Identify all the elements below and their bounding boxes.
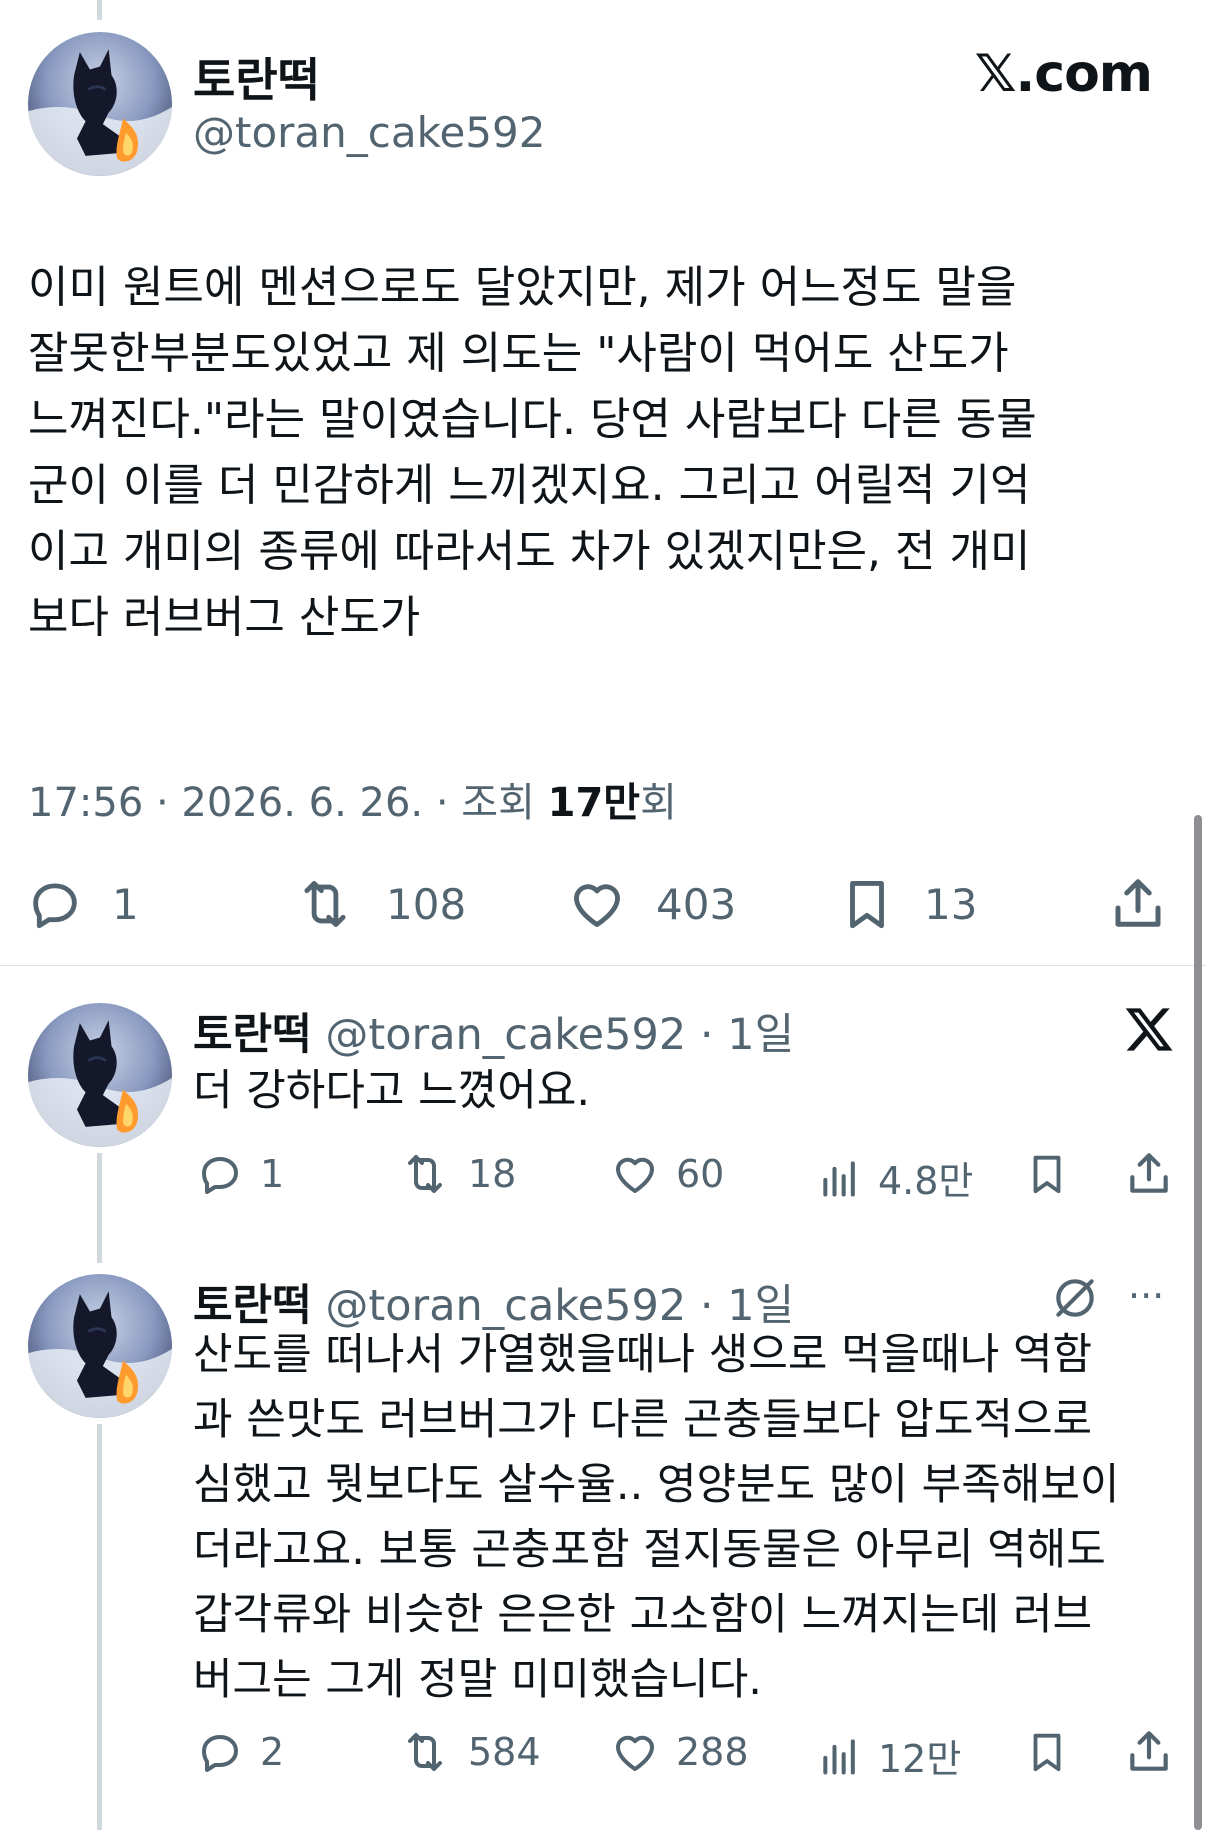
tweet-text: 이미 원트에 멘션으로도 달았지만, 제가 어느정도 말을 잘못한부분도있었고 … xyxy=(28,262,1037,643)
share-icon xyxy=(1124,1148,1174,1198)
heart-icon xyxy=(566,875,628,933)
tweet-views-count: 17만 xyxy=(547,780,641,826)
tweet-time[interactable]: 17:56 · 2026. 6. 26. · 조회 xyxy=(28,780,548,826)
reply-2-text: 산도를 떠나서 가열했을때나 생으로 먹을때나 역함 과 쓴맛도 러브버그가 다… xyxy=(193,1330,1120,1705)
share-button[interactable] xyxy=(1124,1148,1174,1198)
share-icon xyxy=(1108,873,1168,933)
reply-count: 2 xyxy=(260,1730,285,1774)
like-count: 288 xyxy=(676,1730,749,1774)
retweet-icon xyxy=(398,1728,452,1776)
thread-line xyxy=(97,1424,102,1830)
views-count: 12만 xyxy=(878,1737,962,1781)
views-button[interactable]: 12만 xyxy=(818,1728,961,1783)
scrollbar[interactable] xyxy=(1194,815,1202,1830)
source-label: 𝕏.com xyxy=(974,44,1153,104)
bookmark-button[interactable] xyxy=(1024,1728,1070,1776)
retweet-button[interactable]: 584 xyxy=(398,1728,541,1776)
views-icon xyxy=(818,1732,862,1780)
reply-1-age[interactable]: · 1일 xyxy=(700,1010,794,1060)
divider xyxy=(0,965,1206,966)
heart-icon xyxy=(610,1728,660,1776)
like-count: 60 xyxy=(676,1152,725,1196)
retweet-button[interactable]: 108 xyxy=(292,875,466,933)
views-button[interactable]: 4.8만 xyxy=(818,1150,973,1205)
bookmark-button[interactable] xyxy=(1024,1150,1070,1198)
bookmark-icon xyxy=(1024,1150,1070,1198)
reply-1-text: 더 강하다고 느꼈어요. xyxy=(193,1066,591,1116)
like-button[interactable]: 60 xyxy=(610,1150,724,1198)
reply-count: 1 xyxy=(260,1152,285,1196)
reply-button[interactable]: 1 xyxy=(26,875,139,933)
reply-1-header: 토란떡 @toran_cake592 · 1일 xyxy=(193,1000,794,1062)
bookmark-icon xyxy=(838,875,896,933)
tweet-views-suffix: 회 xyxy=(640,780,677,826)
thread-connector-top xyxy=(97,0,102,20)
reply-icon xyxy=(196,1728,244,1776)
author-handle[interactable]: @toran_cake592 xyxy=(193,108,545,157)
heart-icon xyxy=(610,1150,660,1198)
reply-1-avatar[interactable] xyxy=(28,1003,172,1147)
tweet-meta: 17:56 · 2026. 6. 26. · 조회 17만회 xyxy=(28,770,677,828)
more-options-button[interactable]: ··· xyxy=(1128,1274,1164,1318)
like-button[interactable]: 288 xyxy=(610,1728,749,1776)
share-button[interactable] xyxy=(1124,1726,1174,1776)
views-icon xyxy=(818,1154,862,1202)
retweet-count: 18 xyxy=(468,1152,517,1196)
reply-count: 1 xyxy=(112,879,139,929)
avatar-image xyxy=(28,1274,172,1418)
retweet-icon xyxy=(398,1150,452,1198)
like-button[interactable]: 403 xyxy=(566,875,736,933)
retweet-count: 108 xyxy=(386,879,467,929)
retweet-icon xyxy=(292,875,358,933)
thread-line xyxy=(97,1153,102,1263)
bookmark-count: 13 xyxy=(924,879,978,929)
share-button[interactable] xyxy=(1108,873,1168,933)
reply-button[interactable]: 2 xyxy=(196,1728,284,1776)
views-count: 4.8만 xyxy=(878,1159,974,1203)
avatar-image xyxy=(28,1003,172,1147)
bookmark-icon xyxy=(1024,1728,1070,1776)
reply-2-avatar[interactable] xyxy=(28,1274,172,1418)
reply-1-author-handle[interactable]: @toran_cake592 xyxy=(325,1010,686,1060)
author-avatar[interactable] xyxy=(28,32,172,176)
retweet-button[interactable]: 18 xyxy=(398,1150,516,1198)
bookmark-button[interactable]: 13 xyxy=(838,875,977,933)
grok-icon[interactable] xyxy=(1050,1273,1100,1327)
share-icon xyxy=(1124,1726,1174,1776)
reply-button[interactable]: 1 xyxy=(196,1150,284,1198)
x-logo-icon[interactable] xyxy=(1124,1003,1176,1059)
author-name[interactable]: 토란떡 xyxy=(193,44,320,110)
reply-1-author-name[interactable]: 토란떡 xyxy=(193,1010,312,1060)
retweet-count: 584 xyxy=(468,1730,541,1774)
reply-icon xyxy=(26,875,84,933)
like-count: 403 xyxy=(656,879,737,929)
reply-icon xyxy=(196,1150,244,1198)
avatar-image xyxy=(28,32,172,176)
